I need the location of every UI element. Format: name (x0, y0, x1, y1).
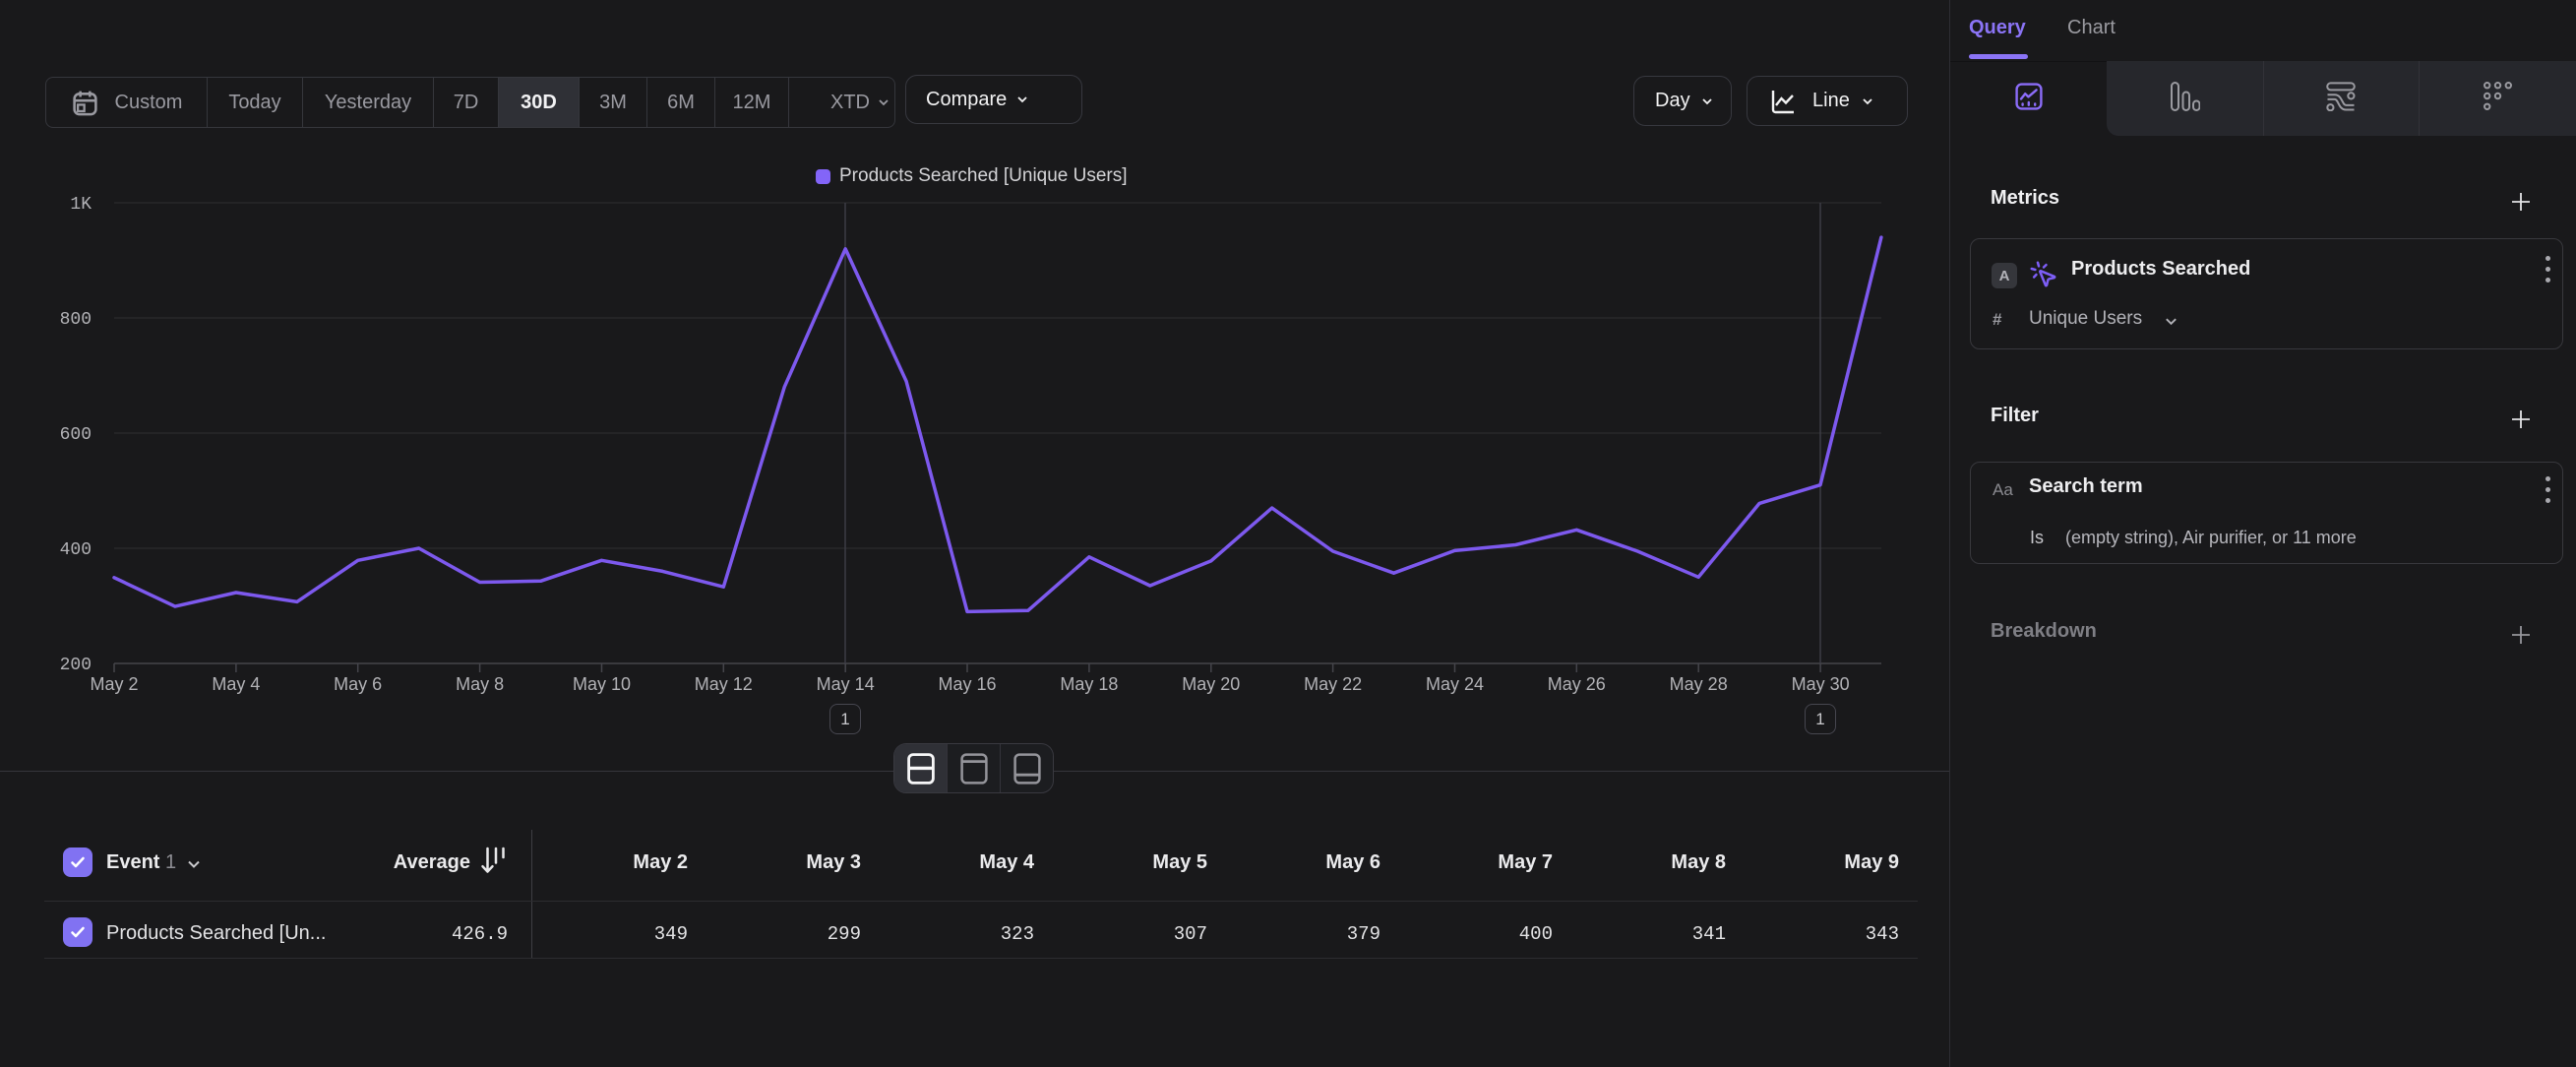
svg-text:May 8: May 8 (456, 674, 504, 694)
svg-text:May 2: May 2 (90, 674, 138, 694)
svg-text:May 28: May 28 (1670, 674, 1728, 694)
svg-text:May 30: May 30 (1792, 674, 1850, 694)
svg-text:May 10: May 10 (573, 674, 631, 694)
svg-text:May 16: May 16 (938, 674, 996, 694)
svg-text:May 4: May 4 (212, 674, 260, 694)
svg-text:May 12: May 12 (695, 674, 753, 694)
svg-text:May 14: May 14 (817, 674, 875, 694)
svg-text:May 6: May 6 (334, 674, 382, 694)
svg-text:May 18: May 18 (1060, 674, 1118, 694)
svg-text:800: 800 (60, 310, 92, 330)
svg-text:May 22: May 22 (1304, 674, 1362, 694)
svg-text:1K: 1K (70, 195, 92, 215)
svg-text:May 20: May 20 (1182, 674, 1240, 694)
svg-text:400: 400 (60, 540, 92, 560)
svg-text:600: 600 (60, 425, 92, 445)
svg-text:200: 200 (60, 656, 92, 675)
svg-text:May 24: May 24 (1426, 674, 1484, 694)
svg-text:May 26: May 26 (1548, 674, 1606, 694)
